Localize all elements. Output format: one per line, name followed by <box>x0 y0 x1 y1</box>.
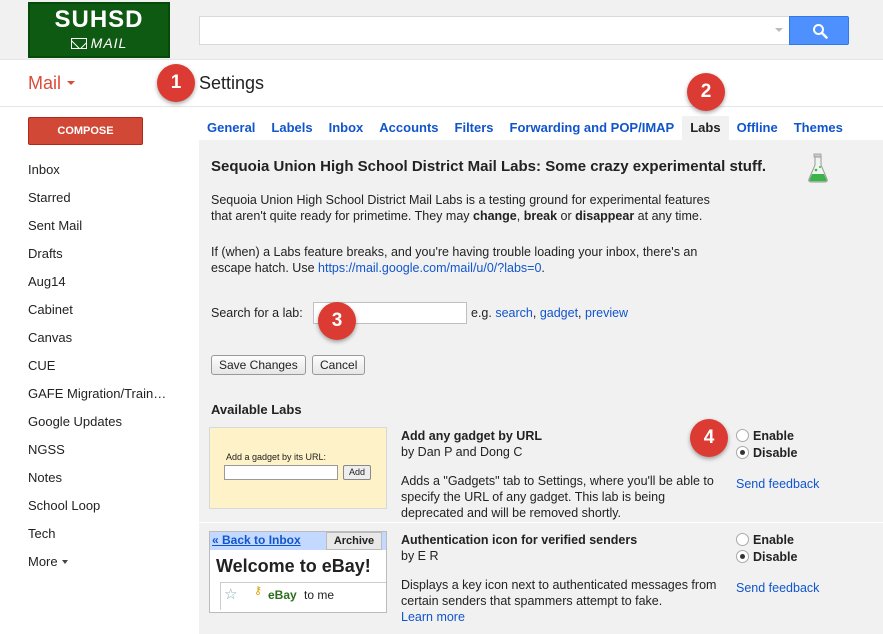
search-options-chevron-icon[interactable] <box>775 28 783 32</box>
caret-down-icon <box>67 81 76 85</box>
disable-radio[interactable]: Disable <box>736 550 797 564</box>
sidebar-item-more[interactable]: More <box>28 548 198 576</box>
lab-preview-ebay: « Back to Inbox Archive Welcome to eBay!… <box>209 531 387 613</box>
mail-switcher[interactable]: Mail <box>28 73 76 94</box>
divider <box>0 106 883 107</box>
tab-labs[interactable]: Labs <box>682 116 729 140</box>
lab-name: Add any gadget by URL <box>401 429 542 443</box>
labs-heading: Sequoia Union High School District Mail … <box>211 158 767 175</box>
labs-panel: Sequoia Union High School District Mail … <box>199 140 883 634</box>
sidebar-item-gafe-migration[interactable]: GAFE Migration/Train… <box>28 380 198 408</box>
search-input[interactable] <box>200 17 760 44</box>
callout-badge-3: 3 <box>318 302 356 340</box>
lab-author: by Dan P and Dong C <box>401 445 523 459</box>
labs-intro: Sequoia Union High School District Mail … <box>211 193 710 223</box>
search-box[interactable] <box>199 16 789 45</box>
radio-unchecked[interactable] <box>736 429 749 442</box>
search-lab-examples: e.g. search, gadget, preview <box>471 306 629 320</box>
example-link-preview[interactable]: preview <box>585 306 628 320</box>
send-feedback-link[interactable]: Send feedback <box>736 581 819 595</box>
learn-more-link[interactable]: Learn more <box>401 610 465 624</box>
sidebar-item-sent-mail[interactable]: Sent Mail <box>28 212 198 240</box>
sidebar-item-tech[interactable]: Tech <box>28 520 198 548</box>
sidebar-item-aug14[interactable]: Aug14 <box>28 268 198 296</box>
sidebar-item-inbox[interactable]: Inbox <box>28 156 198 184</box>
escape-hatch-link[interactable]: https://mail.google.com/mail/u/0/?labs=0 <box>318 261 541 275</box>
labs-escape-hatch: If (when) a Labs feature breaks, and you… <box>211 245 698 275</box>
sidebar-item-starred[interactable]: Starred <box>28 184 198 212</box>
logo-line2: MAIL <box>90 35 128 51</box>
enable-radio[interactable]: Enable <box>736 429 794 443</box>
radio-checked[interactable] <box>736 550 749 563</box>
logo-line1: SUHSD <box>54 6 144 33</box>
page-title: Settings <box>199 73 265 93</box>
example-link-search[interactable]: search <box>495 306 533 320</box>
tab-inbox[interactable]: Inbox <box>321 116 372 140</box>
divider <box>199 522 883 523</box>
sidebar-item-canvas[interactable]: Canvas <box>28 324 198 352</box>
tab-general[interactable]: General <box>199 116 263 140</box>
sidebar-item-school-loop[interactable]: School Loop <box>28 492 198 520</box>
lab-name: Authentication icon for verified senders <box>401 533 638 547</box>
top-header: SUHSD MAIL <box>0 0 883 60</box>
lab-preview-gadget: Add a gadget by its URL: Add <box>209 427 387 509</box>
send-feedback-link[interactable]: Send feedback <box>736 477 819 491</box>
settings-tabs: General Labels Inbox Accounts Filters Forward… <box>199 116 851 140</box>
sidebar-nav: Inbox Starred Sent Mail Drafts Aug14 Cab… <box>28 156 198 576</box>
tab-forwarding[interactable]: Forwarding and POP/IMAP <box>502 116 683 140</box>
search-button[interactable] <box>789 16 849 45</box>
caret-down-icon <box>61 560 68 564</box>
sidebar-item-google-updates[interactable]: Google Updates <box>28 408 198 436</box>
radio-unchecked[interactable] <box>736 533 749 546</box>
suhsd-mail-logo[interactable]: SUHSD MAIL <box>28 2 170 58</box>
tab-labels[interactable]: Labels <box>263 116 320 140</box>
sidebar-item-drafts[interactable]: Drafts <box>28 240 198 268</box>
callout-badge-4: 4 <box>690 419 728 457</box>
tab-accounts[interactable]: Accounts <box>371 116 446 140</box>
tab-offline[interactable]: Offline <box>729 116 786 140</box>
search-lab-label: Search for a lab: <box>211 306 303 320</box>
available-labs-heading: Available Labs <box>211 402 302 417</box>
flask-icon <box>808 153 828 183</box>
compose-button[interactable]: COMPOSE <box>28 117 143 145</box>
sidebar-item-cabinet[interactable]: Cabinet <box>28 296 198 324</box>
enable-radio[interactable]: Enable <box>736 533 794 547</box>
lab-description: Displays a key icon next to authenticate… <box>401 578 717 624</box>
lab-description: Adds a "Gadgets" tab to Settings, where … <box>401 474 714 520</box>
lab-author: by E R <box>401 549 439 563</box>
radio-checked[interactable] <box>736 446 749 459</box>
sidebar-item-ngss[interactable]: NGSS <box>28 436 198 464</box>
search-icon <box>813 24 828 39</box>
key-icon: ⚷ <box>254 585 263 597</box>
callout-badge-2: 2 <box>687 73 725 111</box>
save-changes-button[interactable]: Save Changes <box>211 355 306 375</box>
lab-item: Add a gadget by its URL: Add Add any gad… <box>209 427 881 523</box>
tab-themes[interactable]: Themes <box>786 116 851 140</box>
callout-badge-1: 1 <box>157 64 195 102</box>
tab-filters[interactable]: Filters <box>447 116 502 140</box>
star-icon: ☆ <box>224 586 238 603</box>
lab-item: « Back to Inbox Archive Welcome to eBay!… <box>209 531 881 627</box>
example-link-gadget[interactable]: gadget <box>540 306 578 320</box>
sidebar-item-cue[interactable]: CUE <box>28 352 198 380</box>
sidebar-item-notes[interactable]: Notes <box>28 464 198 492</box>
disable-radio[interactable]: Disable <box>736 446 797 460</box>
cancel-button[interactable]: Cancel <box>312 355 366 375</box>
envelope-icon <box>70 38 87 49</box>
